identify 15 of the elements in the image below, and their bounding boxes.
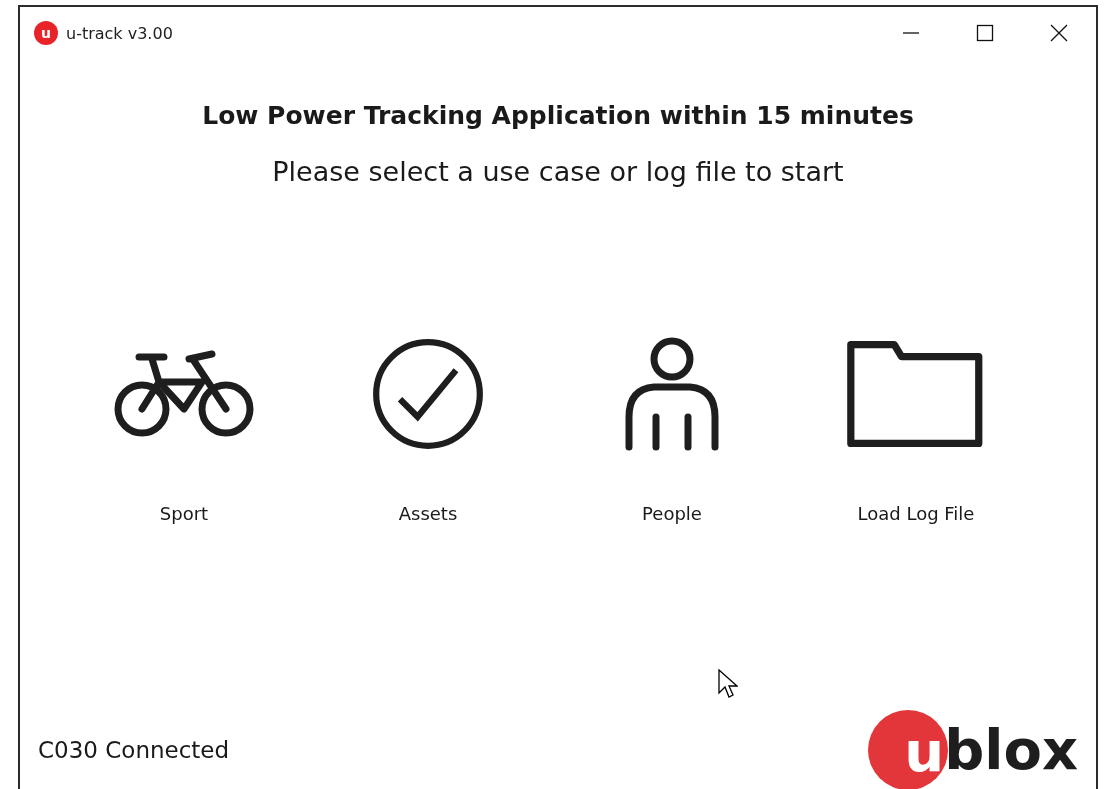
subheading: Please select a use case or log file to start — [272, 156, 844, 187]
person-icon — [624, 337, 720, 451]
close-icon[interactable] — [1050, 24, 1068, 42]
maximize-icon[interactable] — [976, 24, 994, 42]
heading: Low Power Tracking Application within 15 minutes — [202, 101, 914, 130]
use-case-button[interactable]: Load Log File — [794, 337, 1038, 524]
company-logo: ublox — [868, 709, 1078, 789]
window-title: u-track v3.00 — [66, 23, 173, 43]
checkmark-circle-icon — [371, 337, 485, 451]
connection-status: C030 Connected — [38, 737, 230, 763]
use-case-button[interactable]: People — [550, 337, 794, 524]
app-logo-icon: u — [34, 21, 58, 45]
use-case-button[interactable]: Sport — [62, 337, 306, 524]
mouse-cursor-icon — [718, 669, 738, 699]
use-case-button[interactable]: Assets — [306, 337, 550, 524]
